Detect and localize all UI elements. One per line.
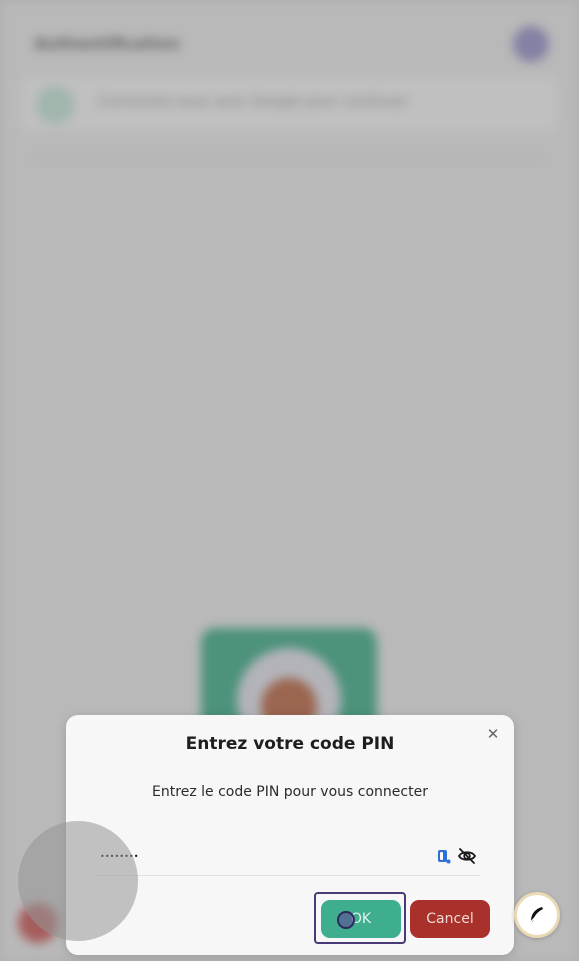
password-manager-icon[interactable] xyxy=(437,848,451,864)
floating-action-button[interactable] xyxy=(514,892,560,938)
feather-icon xyxy=(529,907,543,924)
cursor-indicator xyxy=(337,911,355,929)
dialog-title: Entrez votre code PIN xyxy=(185,734,395,754)
touch-indicator xyxy=(18,821,138,941)
cancel-button[interactable]: Cancel xyxy=(410,900,490,938)
dialog-subtitle: Entrez le code PIN pour vous connecter xyxy=(152,784,428,800)
close-icon[interactable]: ✕ xyxy=(484,725,502,743)
eye-slash-icon[interactable] xyxy=(457,846,477,866)
pin-input[interactable] xyxy=(100,843,400,869)
pin-dialog: Entrez votre code PIN ✕ Entrez le code P… xyxy=(66,715,514,955)
pin-input-underline xyxy=(98,875,480,876)
ok-button[interactable]: OK xyxy=(321,900,401,938)
